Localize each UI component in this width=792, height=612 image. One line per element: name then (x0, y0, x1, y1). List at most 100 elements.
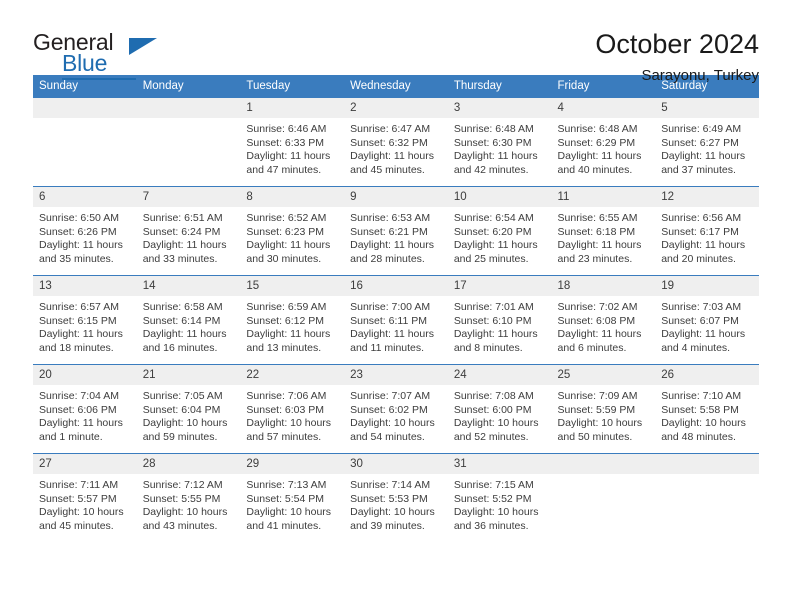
daylight-duration-line2: and 33 minutes. (142, 252, 218, 265)
daylight-duration-line2: and 11 minutes. (350, 341, 425, 354)
calendar-body: 1 Sunrise: 6:46 AM Sunset: 6:33 PM Daylight… (33, 97, 759, 542)
calendar-day-cell[interactable]: 6 Sunrise: 6:50 AM Sunset: 6:26 PM Daylight… (33, 186, 137, 276)
daylight-duration-line2: and 1 minute. (39, 430, 103, 443)
day-details: Sunrise: 7:11 AM Sunset: 5:57 PM Daylight:… (33, 474, 137, 533)
sunrise-time: Sunrise: 6:48 AM (453, 123, 534, 135)
calendar-day-cell[interactable]: 4 Sunrise: 6:48 AM Sunset: 6:29 PM Daylight… (551, 97, 656, 187)
day-number: 24 (447, 365, 552, 385)
calendar-day-cell[interactable]: 22 Sunrise: 7:06 AM Sunset: 6:03 PM Dayligh… (240, 364, 345, 454)
sunrise-time: Sunrise: 6:54 AM (453, 212, 534, 224)
day-number (136, 98, 241, 118)
calendar-day-cell[interactable]: 12 Sunrise: 6:56 AM Sunset: 6:17 PM Dayligh… (655, 186, 759, 276)
day-details: Sunrise: 7:01 AM Sunset: 6:10 PM Daylight:… (448, 296, 552, 355)
calendar-day-cell[interactable]: 10 Sunrise: 6:54 AM Sunset: 6:20 PM Dayligh… (447, 186, 552, 276)
calendar-day-cell[interactable]: 1 Sunrise: 6:46 AM Sunset: 6:33 PM Daylight… (240, 97, 345, 187)
calendar-day-cell[interactable]: 30 Sunrise: 7:14 AM Sunset: 5:53 PM Dayligh… (344, 453, 448, 542)
sunset-time: Sunset: 6:32 PM (350, 136, 428, 149)
calendar-week-row: 13 Sunrise: 6:57 AM Sunset: 6:15 PM Dayligh… (33, 275, 759, 365)
sunrise-time: Sunrise: 7:14 AM (350, 479, 431, 491)
day-details: Sunrise: 6:59 AM Sunset: 6:12 PM Daylight:… (240, 296, 344, 355)
day-details: Sunrise: 7:13 AM Sunset: 5:54 PM Daylight:… (240, 474, 344, 533)
daylight-duration-line1: Daylight: 10 hours (453, 417, 539, 430)
day-details: Sunrise: 7:07 AM Sunset: 6:02 PM Daylight:… (344, 385, 448, 444)
sunset-time: Sunset: 6:11 PM (350, 314, 427, 327)
sunset-time: Sunset: 6:29 PM (557, 136, 636, 149)
calendar-day-cell[interactable]: 24 Sunrise: 7:08 AM Sunset: 6:00 PM Dayligh… (447, 364, 552, 454)
sunset-time: Sunset: 5:59 PM (557, 403, 636, 416)
calendar-day-cell[interactable]: 18 Sunrise: 7:02 AM Sunset: 6:08 PM Dayligh… (551, 275, 656, 365)
calendar-day-cell[interactable]: 20 Sunrise: 7:04 AM Sunset: 6:06 PM Dayligh… (33, 364, 137, 454)
daylight-duration-line1: Daylight: 11 hours (453, 328, 538, 341)
sunset-time: Sunset: 5:52 PM (453, 492, 532, 505)
calendar-week-row: 1 Sunrise: 6:46 AM Sunset: 6:33 PM Daylight… (33, 97, 759, 187)
calendar-day-cell[interactable]: 8 Sunrise: 6:52 AM Sunset: 6:23 PM Daylight… (240, 186, 345, 276)
day-number: 9 (344, 187, 448, 207)
daylight-duration-line1: Daylight: 10 hours (350, 506, 435, 519)
sunrise-sunset-calendar: Sunday Monday Tuesday Wednesday Thursday… (33, 75, 759, 542)
day-details: Sunrise: 7:12 AM Sunset: 5:55 PM Daylight:… (137, 474, 241, 533)
daylight-duration-line2: and 43 minutes. (142, 519, 218, 532)
calendar-day-cell[interactable]: 7 Sunrise: 6:51 AM Sunset: 6:24 PM Daylight… (136, 186, 241, 276)
sunrise-time: Sunrise: 7:05 AM (142, 390, 223, 402)
calendar-day-cell[interactable]: 26 Sunrise: 7:10 AM Sunset: 5:58 PM Dayligh… (655, 364, 759, 454)
calendar-day-cell[interactable]: 23 Sunrise: 7:07 AM Sunset: 6:02 PM Dayligh… (344, 364, 448, 454)
calendar-day-cell[interactable]: 28 Sunrise: 7:12 AM Sunset: 5:55 PM Dayligh… (136, 453, 241, 542)
sunset-time: Sunset: 6:10 PM (453, 314, 532, 327)
calendar-day-cell[interactable]: 9 Sunrise: 6:53 AM Sunset: 6:21 PM Daylight… (344, 186, 448, 276)
day-details: Sunrise: 6:50 AM Sunset: 6:26 PM Daylight:… (33, 207, 137, 266)
weekday-header-wednesday: Wednesday (344, 75, 448, 98)
calendar-day-cell[interactable]: 31 Sunrise: 7:15 AM Sunset: 5:52 PM Dayligh… (447, 453, 552, 542)
daylight-duration-line1: Daylight: 11 hours (557, 328, 642, 341)
sunset-time: Sunset: 6:27 PM (661, 136, 739, 149)
sunrise-time: Sunrise: 7:15 AM (453, 479, 534, 491)
sunset-time: Sunset: 6:33 PM (246, 136, 325, 149)
day-number: 2 (344, 98, 448, 118)
daylight-duration-line1: Daylight: 11 hours (453, 239, 538, 252)
sunrise-time: Sunrise: 6:59 AM (246, 301, 327, 313)
daylight-duration-line2: and 41 minutes. (246, 519, 322, 532)
calendar-day-cell[interactable]: 21 Sunrise: 7:05 AM Sunset: 6:04 PM Dayligh… (136, 364, 241, 454)
daylight-duration-line2: and 39 minutes. (350, 519, 425, 532)
day-number: 30 (344, 454, 448, 474)
day-details: Sunrise: 6:52 AM Sunset: 6:23 PM Daylight:… (240, 207, 344, 266)
calendar-day-cell[interactable]: 19 Sunrise: 7:03 AM Sunset: 6:07 PM Dayligh… (655, 275, 759, 365)
daylight-duration-line2: and 4 minutes. (661, 341, 731, 354)
title-block: October 2024 Sarayonu, Turkey (595, 28, 759, 86)
daylight-duration-line2: and 40 minutes. (557, 163, 633, 176)
sunrise-time: Sunrise: 7:12 AM (142, 479, 223, 491)
calendar-day-cell[interactable]: 27 Sunrise: 7:11 AM Sunset: 5:57 PM Dayligh… (33, 453, 137, 542)
calendar-day-cell[interactable]: 15 Sunrise: 6:59 AM Sunset: 6:12 PM Dayligh… (240, 275, 345, 365)
general-blue-logo[interactable]: General Blue (33, 30, 243, 82)
sunrise-time: Sunrise: 6:53 AM (350, 212, 431, 224)
weekday-header-tuesday: Tuesday (240, 75, 345, 98)
sunrise-time: Sunrise: 6:48 AM (557, 123, 638, 135)
calendar-day-cell[interactable]: 25 Sunrise: 7:09 AM Sunset: 5:59 PM Dayligh… (551, 364, 656, 454)
calendar-day-cell[interactable]: 2 Sunrise: 6:47 AM Sunset: 6:32 PM Daylight… (344, 97, 448, 187)
calendar-day-cell[interactable]: 3 Sunrise: 6:48 AM Sunset: 6:30 PM Daylight… (447, 97, 552, 187)
day-details: Sunrise: 6:51 AM Sunset: 6:24 PM Daylight:… (137, 207, 241, 266)
day-number (655, 454, 759, 474)
sunrise-time: Sunrise: 6:47 AM (350, 123, 431, 135)
calendar-day-cell[interactable]: 17 Sunrise: 7:01 AM Sunset: 6:10 PM Dayligh… (447, 275, 552, 365)
calendar-day-cell[interactable]: 29 Sunrise: 7:13 AM Sunset: 5:54 PM Dayligh… (240, 453, 345, 542)
day-details: Sunrise: 7:04 AM Sunset: 6:06 PM Daylight:… (33, 385, 137, 444)
logo-underline-rule (62, 78, 136, 80)
calendar-day-cell[interactable]: 16 Sunrise: 7:00 AM Sunset: 6:11 PM Dayligh… (344, 275, 448, 365)
daylight-duration-line2: and 54 minutes. (350, 430, 425, 443)
calendar-week-row: 27 Sunrise: 7:11 AM Sunset: 5:57 PM Dayligh… (33, 453, 759, 542)
sunset-time: Sunset: 5:54 PM (246, 492, 325, 505)
sunrise-time: Sunrise: 7:13 AM (246, 479, 327, 491)
day-number: 13 (33, 276, 137, 296)
day-details: Sunrise: 7:15 AM Sunset: 5:52 PM Daylight:… (448, 474, 552, 533)
weekday-header-thursday: Thursday (447, 75, 552, 98)
sunrise-time: Sunrise: 7:11 AM (39, 479, 119, 491)
day-number: 12 (655, 187, 759, 207)
sunset-time: Sunset: 6:04 PM (142, 403, 221, 416)
sunset-time: Sunset: 6:18 PM (557, 225, 636, 238)
sunrise-time: Sunrise: 7:07 AM (350, 390, 431, 402)
sunset-time: Sunset: 5:57 PM (39, 492, 117, 505)
calendar-day-cell[interactable]: 11 Sunrise: 6:55 AM Sunset: 6:18 PM Dayligh… (551, 186, 656, 276)
calendar-day-cell[interactable]: 14 Sunrise: 6:58 AM Sunset: 6:14 PM Dayligh… (136, 275, 241, 365)
calendar-day-cell[interactable]: 5 Sunrise: 6:49 AM Sunset: 6:27 PM Daylight… (655, 97, 759, 187)
calendar-day-cell[interactable]: 13 Sunrise: 6:57 AM Sunset: 6:15 PM Dayligh… (33, 275, 137, 365)
